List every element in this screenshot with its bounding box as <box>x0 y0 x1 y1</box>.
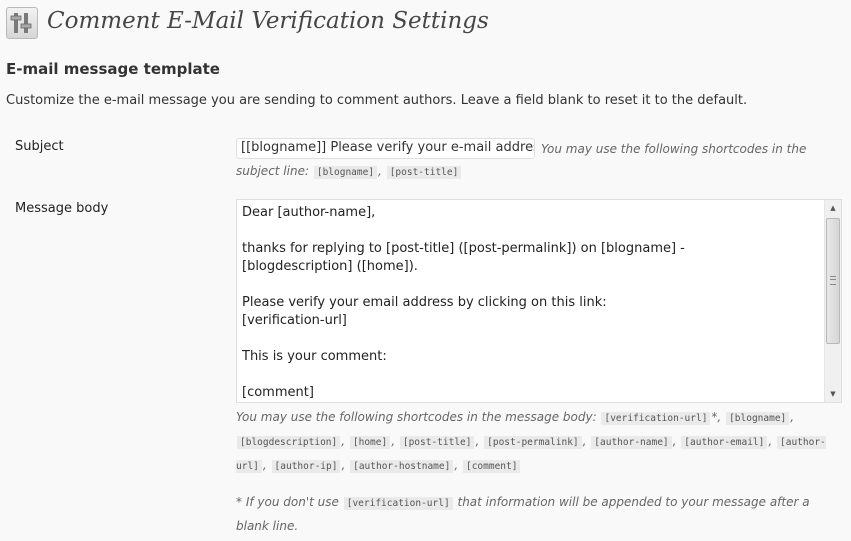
shortcode-comment: [comment] <box>462 460 521 473</box>
shortcode-blogdescription: [blogdescription] <box>237 436 341 449</box>
message-body-text[interactable]: Dear [author-name], thanks for replying … <box>242 204 821 402</box>
shortcode-post-permalink: [post-permalink] <box>484 436 582 449</box>
shortcode-post-title: [post-title] <box>399 436 475 449</box>
arrow-down-icon[interactable]: ▼ <box>825 386 841 402</box>
shortcode-home: [home] <box>349 436 391 449</box>
footnote-shortcode: [verification-url] <box>343 497 453 510</box>
shortcode-post-title: [post-title] <box>386 166 462 179</box>
section-title: E-mail message template <box>6 60 220 78</box>
shortcode-verification-url: [verification-url] <box>601 412 711 425</box>
message-body-description-text: You may use the following shortcodes in … <box>236 410 597 424</box>
message-body-textarea[interactable]: Dear [author-name], thanks for replying … <box>236 199 842 403</box>
required-marker: * <box>711 410 718 424</box>
settings-sliders-icon <box>10 13 32 33</box>
footnote-prefix: * If you don't use <box>236 495 339 509</box>
page-title: Comment E-Mail Verification Settings <box>47 8 489 34</box>
subject-label: Subject <box>15 139 64 154</box>
shortcode-author-name: [author-name] <box>591 436 672 449</box>
shortcode-author-hostname: [author-hostname] <box>350 460 454 473</box>
shortcode-blogname: [blogname] <box>313 166 378 179</box>
verification-url-footnote: * If you don't use [verification-url] th… <box>236 491 836 537</box>
shortcode-author-email: [author-email] <box>681 436 768 449</box>
settings-page-icon <box>6 7 38 39</box>
arrow-up-icon[interactable]: ▲ <box>825 200 841 216</box>
subject-input[interactable]: [[blogname]] Please verify your e-mail a… <box>236 138 535 159</box>
section-description: Customize the e-mail message you are sen… <box>6 93 748 108</box>
scrollbar-thumb[interactable] <box>826 218 840 344</box>
subject-description-line1: You may use the following shortcodes in … <box>541 142 807 156</box>
subject-description-text: subject line: <box>236 164 310 178</box>
grip-icon <box>830 276 836 285</box>
message-body-scrollbar[interactable]: ▲ ▼ <box>824 200 841 402</box>
shortcode-author-ip: [author-ip] <box>271 460 341 473</box>
message-body-description: You may use the following shortcodes in … <box>236 410 826 473</box>
subject-description-line2: subject line: [blogname], [post-title] <box>236 160 462 184</box>
message-body-label: Message body <box>15 201 109 216</box>
shortcode-blogname: [blogname] <box>726 412 790 425</box>
